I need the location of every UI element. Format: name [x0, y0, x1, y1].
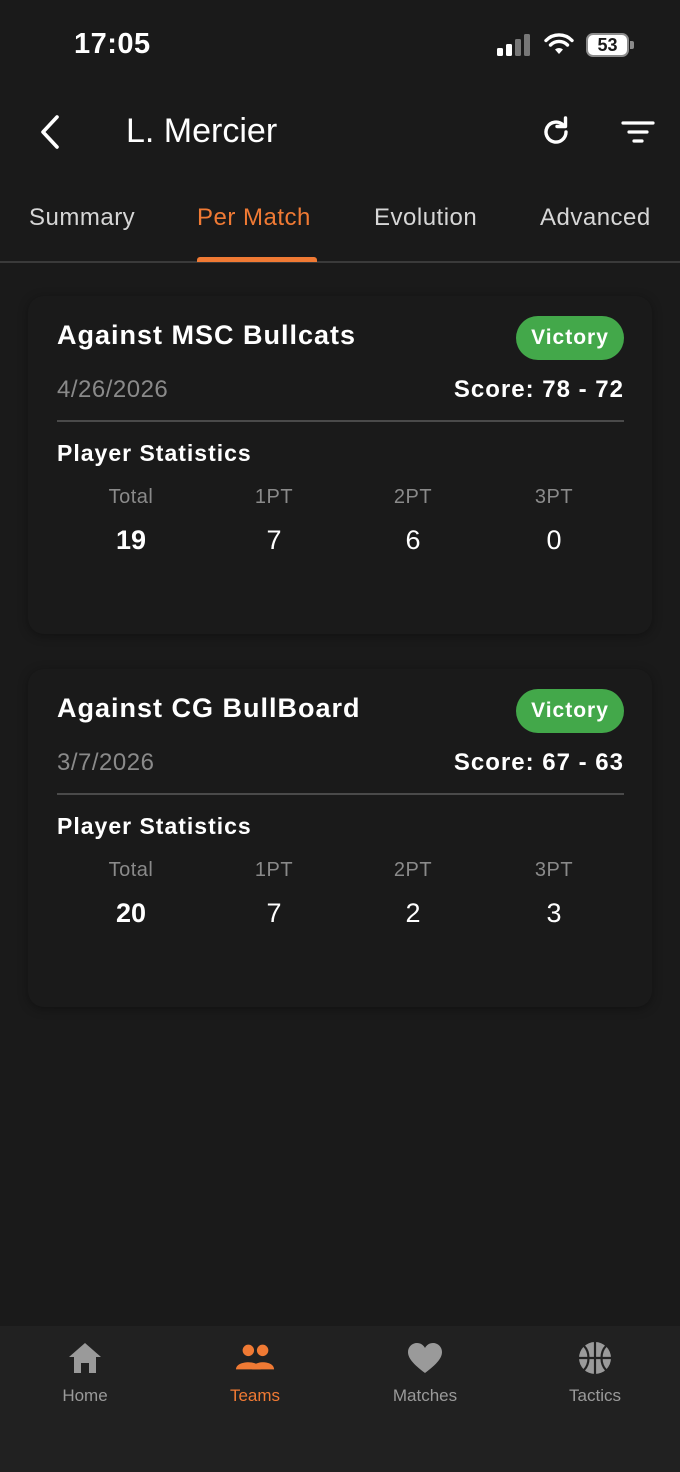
stat-label: Total: [108, 486, 154, 508]
match-score: Score: 67 - 63: [453, 749, 624, 776]
home-icon: [65, 1338, 105, 1378]
filter-icon: [621, 121, 655, 143]
wifi-icon: [544, 32, 574, 56]
stat-total: Total 20: [71, 859, 191, 929]
result-badge: Victory: [516, 316, 624, 360]
stat-value: 20: [115, 898, 147, 928]
stat-value: 19: [115, 525, 147, 555]
stat-value: 3: [546, 898, 562, 928]
bottom-nav: Home Teams Matches Tactics: [0, 1326, 680, 1472]
battery-level: 53: [597, 35, 618, 55]
card-divider: [57, 420, 624, 422]
stat-label: 2PT: [393, 859, 433, 881]
stat-value: 7: [266, 898, 282, 928]
tab-summary[interactable]: Summary: [29, 204, 135, 262]
filter-button[interactable]: [616, 110, 660, 154]
stat-2pt: 2PT 2: [353, 859, 473, 929]
nav-tactics-label: Tactics: [569, 1386, 621, 1405]
cellular-signal-icon: [497, 34, 533, 56]
stat-value: 6: [405, 525, 421, 555]
stat-label: 2PT: [393, 486, 433, 508]
stat-1pt: 1PT 7: [214, 486, 334, 556]
stat-3pt: 3PT 3: [494, 859, 614, 929]
status-time: 17:05: [74, 28, 151, 60]
stat-label: 1PT: [254, 486, 294, 508]
nav-matches-label: Matches: [392, 1386, 458, 1405]
stat-value: 2: [405, 898, 421, 928]
tab-evolution[interactable]: Evolution: [374, 204, 477, 262]
active-tab-indicator: [197, 257, 317, 262]
match-opponent: Against MSC Bullcats: [57, 320, 357, 350]
match-date: 4/26/2026: [57, 376, 169, 403]
card-divider: [57, 793, 624, 795]
header: L. Mercier: [0, 92, 680, 172]
match-opponent: Against CG BullBoard: [57, 693, 361, 723]
status-bar: 17:05 53: [0, 0, 680, 90]
nav-teams[interactable]: Teams: [170, 1326, 340, 1426]
stat-label: Total: [108, 859, 154, 881]
tab-bar: Summary Per Match Evolution Advanced: [0, 190, 680, 263]
basketball-icon: [575, 1338, 615, 1378]
result-badge: Victory: [516, 689, 624, 733]
nav-home[interactable]: Home: [0, 1326, 170, 1426]
page-title: L. Mercier: [126, 112, 278, 150]
stat-label: 3PT: [534, 859, 574, 881]
refresh-icon: [544, 116, 568, 144]
match-date: 3/7/2026: [57, 749, 155, 776]
match-card[interactable]: Against CG BullBoard Victory 3/7/2026 Sc…: [28, 669, 652, 1007]
stat-value: 7: [266, 525, 282, 555]
tab-per-match[interactable]: Per Match: [197, 204, 311, 262]
teams-icon: [235, 1338, 275, 1378]
nav-tactics[interactable]: Tactics: [510, 1326, 680, 1426]
stat-label: 3PT: [534, 486, 574, 508]
match-card[interactable]: Against MSC Bullcats Victory 4/26/2026 S…: [28, 296, 652, 634]
stat-total: Total 19: [71, 486, 191, 556]
stat-1pt: 1PT 7: [214, 859, 334, 929]
back-button[interactable]: [30, 110, 70, 154]
nav-home-label: Home: [62, 1386, 108, 1405]
stat-3pt: 3PT 0: [494, 486, 614, 556]
tab-advanced[interactable]: Advanced: [540, 204, 651, 262]
player-statistics-title: Player Statistics: [57, 440, 252, 466]
stat-2pt: 2PT 6: [353, 486, 473, 556]
nav-matches[interactable]: Matches: [340, 1326, 510, 1426]
match-score: Score: 78 - 72: [453, 376, 624, 403]
battery-icon: 53: [586, 33, 634, 57]
chevron-left-icon: [41, 115, 59, 149]
stat-label: 1PT: [254, 859, 294, 881]
refresh-button[interactable]: [534, 110, 578, 154]
heart-icon: [405, 1338, 445, 1378]
nav-teams-label: Teams: [229, 1386, 281, 1405]
player-statistics-title: Player Statistics: [57, 813, 252, 839]
stat-value: 0: [546, 525, 562, 555]
